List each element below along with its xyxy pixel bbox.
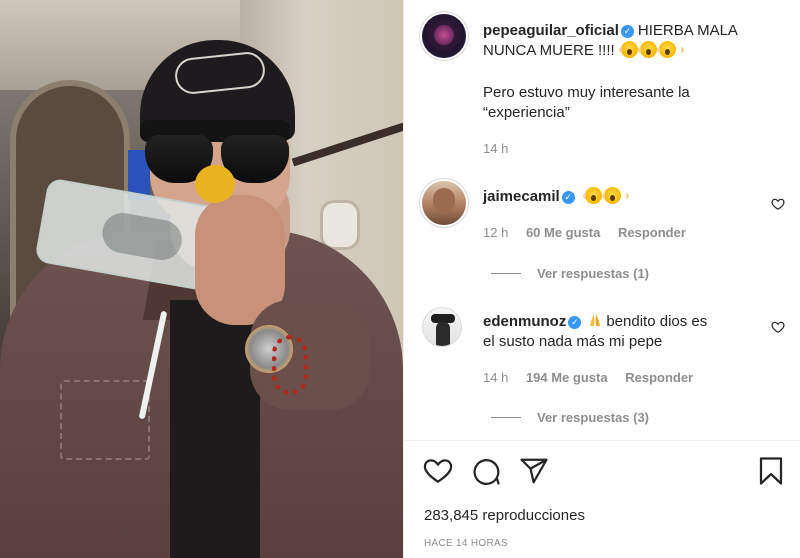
shocked-emoji-icon: [618, 41, 646, 58]
verified-badge-icon: ✓: [620, 25, 634, 38]
shocked-emoji-icon: [656, 41, 684, 58]
share-icon[interactable]: [519, 456, 549, 486]
view-replies-label: Ver respuestas (3): [537, 410, 650, 425]
replies-divider: [491, 273, 521, 274]
comment-username[interactable]: jaimecamil: [483, 188, 560, 205]
comment-meta: 14 h 194 Me gusta Responder: [483, 370, 693, 385]
post-time[interactable]: 14 h: [483, 141, 508, 156]
heart-icon[interactable]: [423, 456, 453, 486]
verified-badge-icon: ✓: [561, 191, 575, 204]
verified-badge-icon: ✓: [568, 316, 582, 329]
comment-text-continued: el susto nada más mi pepe: [483, 333, 663, 350]
shirt-pocket: [60, 380, 150, 460]
post-video[interactable]: [0, 0, 403, 558]
owner-username[interactable]: pepeaguilar_oficial: [483, 22, 619, 39]
comment: edenmunoz ✓ bendito dios es el susto nada …: [483, 312, 758, 352]
owner-avatar[interactable]: [422, 14, 466, 58]
comment-likes[interactable]: 60 Me gusta: [526, 225, 600, 240]
comment-like-heart-icon[interactable]: [771, 197, 785, 211]
shocked-emoji-icon: [637, 41, 665, 58]
reply-button[interactable]: Responder: [618, 225, 686, 240]
view-replies-label: Ver respuestas (1): [537, 266, 650, 281]
commenter-avatar[interactable]: [422, 307, 462, 347]
comment-like-heart-icon[interactable]: [771, 320, 785, 334]
bookmark-icon[interactable]: [756, 456, 786, 486]
comment-meta: 12 h 60 Me gusta Responder: [483, 225, 686, 240]
view-count[interactable]: 283,845 reproducciones: [424, 507, 585, 524]
replies-divider: [491, 417, 521, 418]
commenter-avatar[interactable]: [422, 181, 466, 225]
actions-divider: [404, 440, 800, 441]
comment-icon[interactable]: [471, 456, 501, 486]
shocked-emoji-icon: [582, 187, 610, 204]
oxygen-mask: [195, 165, 235, 203]
comment-text: bendito dios es: [606, 313, 708, 330]
comment-time[interactable]: 12 h: [483, 225, 508, 240]
reply-button[interactable]: Responder: [625, 370, 693, 385]
post-details-panel: pepeaguilar_oficial ✓ HIERBA MALA NUNCA MU…: [403, 0, 800, 558]
comment-username[interactable]: edenmunoz: [483, 313, 566, 330]
comment-likes[interactable]: 194 Me gusta: [526, 370, 608, 385]
view-replies-button[interactable]: Ver respuestas (1): [491, 266, 649, 281]
post-timestamp[interactable]: HACE 14 HORAS: [424, 538, 508, 549]
comment-time[interactable]: 14 h: [483, 370, 508, 385]
praying-hands-emoji-icon: [590, 314, 601, 326]
bracelet: [272, 335, 308, 395]
comment: jaimecamil ✓: [483, 187, 758, 207]
view-replies-button[interactable]: Ver respuestas (3): [491, 410, 649, 425]
shocked-emoji-icon: [601, 187, 629, 204]
cabin-window: [320, 200, 360, 250]
caption-extra-text: Pero estuvo muy interesante la “experien…: [483, 84, 690, 121]
post-caption: pepeaguilar_oficial ✓ HIERBA MALA NUNCA MU…: [483, 21, 773, 61]
